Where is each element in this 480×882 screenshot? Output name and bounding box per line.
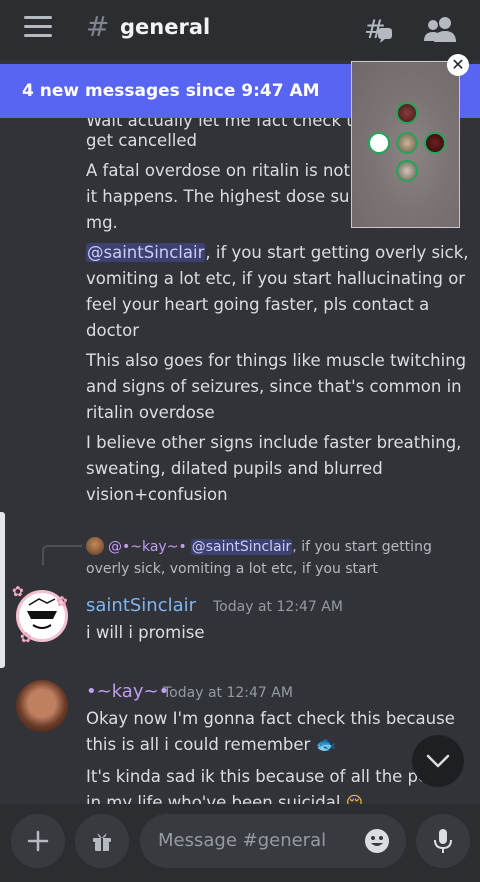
gift-button[interactable] — [75, 814, 129, 868]
username[interactable]: saintSinclair — [86, 595, 196, 616]
message-line: I believe other signs include faster bre… — [86, 433, 462, 452]
chevron-down-icon — [426, 754, 450, 768]
close-pip-button[interactable]: ✕ — [447, 54, 469, 76]
avatar[interactable] — [16, 680, 68, 732]
members-icon[interactable] — [424, 14, 456, 44]
message-line: sweating, dilated pupils and blurred — [86, 459, 383, 478]
reply-avatar — [86, 537, 104, 555]
message-line: in my life who've been suicidal 😔 — [86, 790, 363, 804]
participant-avatar — [396, 132, 418, 154]
message-text: , if you start getting overly sick, — [205, 243, 469, 262]
reply-preview[interactable]: @•~kay~• @saintSinclair, if you start get… — [86, 536, 432, 580]
message-line: and signs of seizures, since that's comm… — [86, 377, 462, 396]
message-line: it happens. The highest dose surv — [86, 187, 367, 206]
voice-call-pip[interactable]: ✕ — [351, 54, 469, 228]
message-line: ritalin overdose — [86, 403, 215, 422]
menu-icon[interactable] — [24, 16, 52, 38]
unread-indicator — [0, 512, 5, 668]
pensive-emoji: 😔 — [345, 793, 363, 804]
message-input-placeholder: Message #general — [158, 830, 327, 851]
fish-emoji: 🐟 — [315, 735, 337, 754]
channel-hash-icon: # — [86, 10, 110, 43]
reply-connector — [42, 545, 82, 565]
plus-icon — [27, 830, 49, 852]
participant-avatar — [424, 132, 446, 154]
message-line: get cancelled — [86, 131, 197, 150]
participant-avatar — [396, 102, 418, 124]
timestamp: Today at 12:47 AM — [163, 685, 293, 701]
message-line: Okay now I'm gonna fact check this becau… — [86, 709, 455, 728]
message-line: @saintSinclair, if you start getting ove… — [86, 240, 469, 266]
flower-decoration: ✿ — [56, 594, 68, 610]
flower-decoration: ✿ — [12, 584, 24, 600]
jump-to-bottom-button[interactable] — [412, 735, 464, 787]
timestamp: Today at 12:47 AM — [213, 599, 343, 615]
message-line: this is all i could remember 🐟 — [86, 732, 336, 758]
reply-text: , if you start getting — [292, 539, 432, 555]
microphone-icon — [434, 829, 452, 853]
message-line: This also goes for things like muscle tw… — [86, 351, 467, 370]
message-line: mg. — [86, 213, 118, 232]
message-line: vision+confusion — [86, 485, 228, 504]
message-line: i will i promise — [86, 623, 205, 642]
reply-text: overly sick, vomiting a lot etc, if you … — [86, 561, 378, 577]
channel-header: # general # — [0, 0, 480, 60]
message-line: feel your heart going faster, pls contac… — [86, 295, 430, 314]
participant-avatar — [368, 132, 390, 154]
username[interactable]: •~kay~• — [86, 681, 169, 702]
gift-icon — [93, 833, 111, 851]
message-text: this is all i could remember — [86, 735, 311, 754]
flower-decoration: ✿ — [20, 630, 32, 646]
threads-icon[interactable]: # — [364, 14, 394, 44]
user-mention[interactable]: @saintSinclair — [86, 243, 206, 262]
add-attachment-button[interactable] — [11, 814, 65, 868]
emoji-icon[interactable] — [364, 828, 390, 854]
voice-message-button[interactable] — [416, 814, 470, 868]
message-line: A fatal overdose on ritalin is not c — [86, 161, 365, 180]
reply-author: @•~kay~• — [108, 539, 187, 555]
message-text: in my life who've been suicidal — [86, 793, 341, 804]
message-line: doctor — [86, 321, 139, 340]
message-line: vomiting a lot etc, if you start halluci… — [86, 269, 466, 288]
channel-title[interactable]: general — [120, 15, 210, 39]
participant-avatar — [396, 160, 418, 182]
message-line: It's kinda sad ik this because of all th… — [86, 767, 439, 786]
user-mention[interactable]: @saintSinclair — [190, 539, 293, 555]
